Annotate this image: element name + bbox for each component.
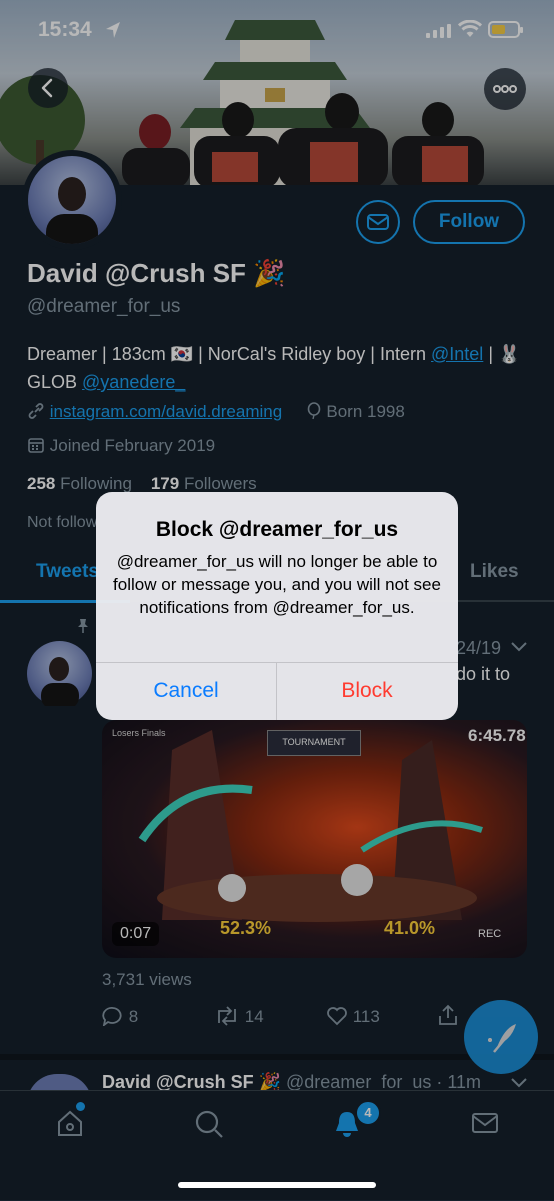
alert-title: Block @dreamer_for_us — [155, 518, 399, 541]
block-button[interactable]: Block — [277, 662, 457, 720]
home-indicator[interactable] — [178, 1182, 376, 1188]
cancel-button[interactable]: Cancel — [96, 662, 276, 720]
block-alert-dialog: Block @dreamer_for_us @dreamer_for_us wi… — [96, 492, 458, 720]
alert-message: @dreamer_for_us will no longer be able t… — [113, 552, 441, 617]
